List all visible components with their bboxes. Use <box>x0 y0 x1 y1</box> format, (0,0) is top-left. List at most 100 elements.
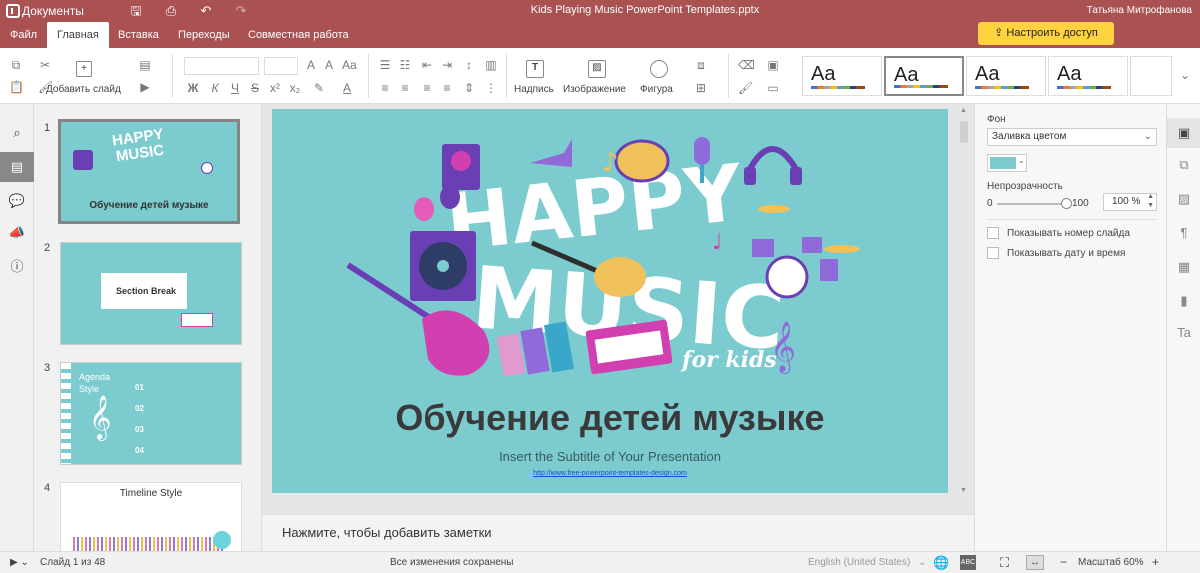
font-size-field[interactable] <box>264 57 298 75</box>
zoom-out-icon[interactable]: − <box>1060 555 1067 569</box>
change-case-icon[interactable]: Aa <box>342 58 357 72</box>
date-time-checkbox[interactable] <box>987 247 999 259</box>
paste-icon[interactable]: 📋 <box>9 80 24 94</box>
table-settings-icon[interactable]: ▦ <box>1167 252 1200 282</box>
decrease-indent-icon[interactable]: ⇤ <box>420 58 434 72</box>
increase-indent-icon[interactable]: ⇥ <box>440 58 454 72</box>
paragraph-settings-icon[interactable]: ⋮ <box>484 81 498 95</box>
comments-icon[interactable]: 💬 <box>0 186 34 216</box>
align-shape-icon[interactable]: ⊞ <box>694 81 708 95</box>
feedback-icon[interactable]: 📣 <box>0 218 34 248</box>
text-box-button[interactable]: Надпись <box>514 84 554 95</box>
theme-option-5[interactable] <box>1130 56 1172 96</box>
highlight-icon[interactable]: ✎ <box>312 81 326 95</box>
bold-icon[interactable]: Ж <box>186 81 200 95</box>
increase-font-icon[interactable]: A <box>304 58 318 72</box>
slide-number-checkbox[interactable] <box>987 227 999 239</box>
tab-transitions[interactable]: Переходы <box>168 22 240 48</box>
shape-settings-icon[interactable]: ⧉ <box>1167 150 1200 180</box>
fill-type-select[interactable]: Заливка цветом ⌄ <box>987 128 1157 146</box>
opacity-input[interactable]: 100 % ▲ ▼ <box>1103 193 1157 211</box>
notes-area[interactable]: Нажмите, чтобы добавить заметки <box>262 514 974 551</box>
copy-icon[interactable]: ⧉ <box>9 58 23 73</box>
stepper-icon[interactable]: ▲ ▼ <box>1147 192 1154 210</box>
slide-thumbnail-4[interactable]: Timeline Style <box>60 482 242 551</box>
clear-style-icon[interactable]: ⌫ <box>738 58 755 72</box>
image-icon[interactable]: ▨ <box>588 60 606 78</box>
slideshow-icon[interactable]: ▶ <box>138 80 152 94</box>
vertical-align-icon[interactable]: ⇕ <box>462 81 476 95</box>
fit-slide-icon[interactable]: ⛶ <box>1000 555 1009 571</box>
slides-icon[interactable]: ▤ <box>0 152 34 182</box>
line-spacing-icon[interactable]: ↕ <box>462 58 476 72</box>
scroll-down-icon[interactable]: ▼ <box>960 487 968 495</box>
decrease-font-icon[interactable]: A <box>322 58 336 72</box>
theme-option-4[interactable]: Aa <box>1048 56 1128 96</box>
user-name[interactable]: Татьяна Митрофанова <box>1087 5 1192 16</box>
slide-settings-icon[interactable]: ▣ <box>1167 118 1200 148</box>
arrange-icon[interactable]: ⧈ <box>694 58 708 73</box>
slide-link[interactable]: http://www.free-powerpoint-templates-des… <box>272 470 948 477</box>
tab-collaboration[interactable]: Совместная работа <box>238 22 359 48</box>
opacity-slider[interactable] <box>997 203 1067 205</box>
slide-subtitle[interactable]: Insert the Subtitle of Your Presentation <box>272 449 948 464</box>
fill-color-picker[interactable]: ⌄ <box>987 154 1027 172</box>
agenda-item: 01 <box>135 383 144 392</box>
layout-icon[interactable]: ▤ <box>138 58 152 72</box>
slide-title[interactable]: Обучение детей музыке <box>272 397 948 439</box>
chart-settings-icon[interactable]: ▮ <box>1167 286 1200 316</box>
image-settings-icon[interactable]: ▨ <box>1167 184 1200 214</box>
info-icon[interactable]: ⓘ <box>0 252 34 282</box>
tab-home[interactable]: Главная <box>47 22 109 48</box>
bullets-icon[interactable]: ☰ <box>378 58 392 72</box>
search-icon[interactable]: ⌕ <box>0 118 34 148</box>
zoom-in-icon[interactable]: + <box>1152 555 1159 569</box>
theme-option-3[interactable]: Aa <box>966 56 1046 96</box>
color-scheme-icon[interactable]: ▣ <box>766 58 780 72</box>
text-box-icon[interactable]: T <box>526 60 544 78</box>
text-art-settings-icon[interactable]: Ta <box>1167 318 1200 348</box>
add-slide-icon[interactable]: + <box>76 61 92 77</box>
themes-more-icon[interactable]: ⌄ <box>1178 68 1192 82</box>
strikethrough-icon[interactable]: S <box>248 81 262 95</box>
language-select[interactable]: English (United States) <box>808 557 910 568</box>
theme-option-2[interactable]: Aa <box>884 56 964 96</box>
globe-icon[interactable]: 🌐 <box>933 555 949 571</box>
share-button[interactable]: ⇪ Настроить доступ <box>978 22 1114 45</box>
add-slide-button[interactable]: Добавить слайд <box>46 84 121 95</box>
slideshow-start-icon[interactable]: ▶ ⌄ <box>10 557 29 568</box>
shape-icon[interactable] <box>650 60 668 78</box>
subscript-icon[interactable]: x₂ <box>288 81 302 95</box>
align-left-icon[interactable]: ≡ <box>378 81 392 95</box>
shape-button[interactable]: Фигура <box>640 84 673 95</box>
italic-icon[interactable]: К <box>208 81 222 95</box>
current-slide[interactable]: HAPPY MUSIC for kids 𝄞 ♪ ♩ Обучение дете… <box>272 109 948 493</box>
title-bar: Документы 🖫 ⎙ ↶ ↷ Kids Playing Music Pow… <box>0 0 1200 22</box>
slide-size-icon[interactable]: ▭ <box>766 81 780 95</box>
columns-icon[interactable]: ▥ <box>484 58 498 72</box>
editor-scrollbar[interactable]: ▲ ▼ <box>959 107 969 499</box>
justify-icon[interactable]: ≡ <box>440 81 454 95</box>
slide-thumbnail-2[interactable]: Section Break <box>60 242 242 345</box>
cut-icon[interactable]: ✂ <box>38 58 52 72</box>
font-color-icon[interactable]: A <box>340 81 354 95</box>
scroll-up-icon[interactable]: ▲ <box>960 107 968 115</box>
paragraph-settings-icon[interactable]: ¶ <box>1167 218 1200 248</box>
font-name-field[interactable] <box>184 57 259 75</box>
scroll-thumb[interactable] <box>960 121 968 143</box>
fit-width-icon[interactable]: ↔ <box>1026 555 1044 570</box>
slide-thumbnail-1[interactable]: HAPPY MUSIC Обучение детей музыке <box>58 119 240 224</box>
tab-file[interactable]: Файл <box>0 22 47 48</box>
superscript-icon[interactable]: x² <box>268 81 282 95</box>
underline-icon[interactable]: Ч <box>228 81 242 95</box>
numbering-icon[interactable]: ☷ <box>398 58 412 72</box>
theme-option-1[interactable]: Aa <box>802 56 882 96</box>
tab-insert[interactable]: Вставка <box>108 22 169 48</box>
spellcheck-icon[interactable]: ABC <box>960 555 976 570</box>
opacity-slider-handle[interactable] <box>1061 198 1072 209</box>
image-button[interactable]: Изображение <box>563 84 626 95</box>
align-right-icon[interactable]: ≡ <box>420 81 434 95</box>
slide-thumbnail-3[interactable]: Agenda Style 𝄞 01 02 03 04 <box>60 362 242 465</box>
align-center-icon[interactable]: ≡ <box>398 81 412 95</box>
copy-format-icon[interactable]: 🖌 <box>738 81 753 95</box>
